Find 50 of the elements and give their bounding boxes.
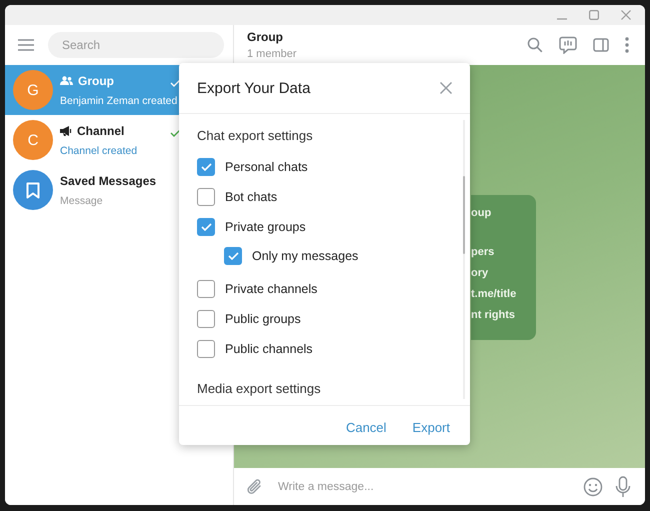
chat-name: Saved Messages — [60, 174, 156, 188]
chat-preview: Benjamin Zeman created — [60, 94, 178, 106]
checkbox[interactable] — [197, 310, 215, 328]
checkbox[interactable] — [197, 158, 215, 176]
maximize-icon[interactable] — [589, 10, 599, 20]
checkbox[interactable] — [197, 218, 215, 236]
checkbox[interactable] — [197, 188, 215, 206]
chat-bubble-icon[interactable] — [559, 36, 577, 54]
microphone-icon[interactable] — [615, 476, 631, 498]
megaphone-icon — [60, 126, 72, 136]
chat-title: Group — [247, 30, 284, 44]
checkbox[interactable] — [197, 280, 215, 298]
card-line: nt rights — [471, 308, 516, 323]
checkbox-option[interactable]: Only my messages — [197, 242, 452, 270]
chat-preview: Message — [60, 194, 103, 206]
close-icon[interactable] — [440, 82, 452, 94]
checkbox-option[interactable]: Public groups — [197, 304, 452, 334]
more-icon[interactable] — [625, 37, 629, 53]
scrollbar[interactable] — [463, 120, 465, 399]
checkbox[interactable] — [224, 247, 242, 265]
checkbox-option[interactable]: Bot chats — [197, 182, 452, 212]
sidebar-icon[interactable] — [593, 38, 609, 52]
card-title: oup — [471, 207, 492, 219]
checkbox-option[interactable]: Private channels — [197, 274, 452, 304]
card-line: t.me/title — [471, 287, 518, 302]
dialog-button[interactable]: Export — [404, 414, 458, 440]
search-icon[interactable] — [527, 37, 543, 53]
chat-name: Channel — [77, 124, 124, 138]
avatar: G — [13, 70, 53, 110]
chat-name: Group — [78, 74, 114, 88]
card-line: pers — [471, 245, 496, 260]
close-icon[interactable] — [621, 10, 631, 20]
card-line: ory — [471, 266, 490, 281]
check-icon — [200, 223, 212, 231]
section-heading: Chat export settings — [197, 127, 314, 145]
dialog-button[interactable]: Cancel — [338, 414, 394, 440]
emoji-icon[interactable] — [583, 476, 603, 496]
checkbox[interactable] — [197, 340, 215, 358]
menu-icon[interactable] — [18, 39, 34, 51]
checkbox-option[interactable]: Personal chats — [197, 152, 452, 182]
checkbox-option[interactable]: Private groups — [197, 212, 452, 242]
people-icon — [60, 76, 73, 85]
chat-preview: Channel created — [60, 144, 138, 156]
search-field[interactable]: Search — [48, 32, 224, 58]
section-heading: Media export settings — [197, 380, 322, 398]
check-icon — [200, 163, 212, 171]
check-icon — [228, 252, 238, 260]
checkbox-option[interactable]: Public channels — [197, 334, 452, 364]
avatar: C — [13, 120, 53, 160]
member-count: 1 member — [247, 48, 298, 60]
